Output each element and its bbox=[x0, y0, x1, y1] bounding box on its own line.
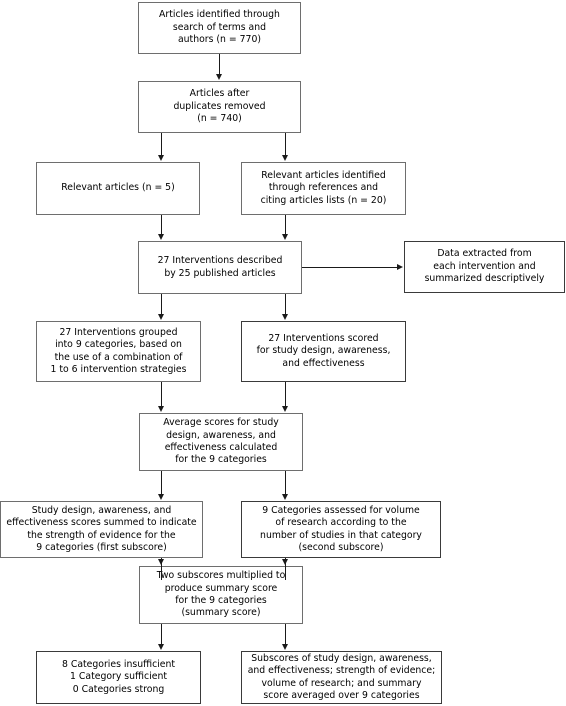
arrowhead-average-to-second-subscore bbox=[282, 494, 288, 500]
connector-relevant-to-interventions bbox=[161, 215, 163, 236]
node-interventions-described: 27 Interventions described by 25 publish… bbox=[138, 241, 302, 294]
arrowhead-duplicates-to-relevant bbox=[158, 155, 164, 161]
connector-summary-to-categories bbox=[161, 624, 163, 645]
arrowhead-relevant-to-interventions bbox=[158, 234, 164, 240]
node-subscores-averaged: Subscores of study design, awareness, an… bbox=[241, 651, 442, 704]
node-articles-identified: Articles identified through search of te… bbox=[138, 2, 301, 54]
node-relevant-articles-references: Relevant articles identified through ref… bbox=[241, 162, 406, 215]
node-data-extracted: Data extracted from each intervention an… bbox=[404, 241, 565, 293]
arrowhead-interventions-to-grouped bbox=[158, 314, 164, 320]
node-relevant-articles: Relevant articles (n = 5) bbox=[36, 162, 200, 215]
node-first-subscore: Study design, awareness, and effectivene… bbox=[0, 501, 203, 558]
arrowhead-summary-to-categories bbox=[158, 644, 164, 650]
connector-average-to-second-subscore bbox=[285, 471, 287, 495]
connector-interventions-to-scored bbox=[285, 294, 287, 315]
connector-identified-to-duplicates bbox=[219, 54, 221, 75]
node-interventions-grouped: 27 Interventions grouped into 9 categori… bbox=[36, 321, 201, 382]
node-articles-after-duplicates: Articles after duplicates removed (n = 7… bbox=[138, 81, 301, 133]
flowchart-diagram: Articles identified through search of te… bbox=[0, 0, 566, 706]
arrowhead-average-to-first-subscore bbox=[158, 494, 164, 500]
connector-average-to-first-subscore bbox=[161, 471, 163, 495]
node-interventions-scored: 27 Interventions scored for study design… bbox=[241, 321, 406, 382]
arrowhead-first-subscore-to-summary bbox=[158, 559, 164, 565]
connector-duplicates-to-relevant bbox=[161, 133, 163, 156]
connector-duplicates-to-references bbox=[285, 133, 287, 156]
connector-summary-to-averaged bbox=[285, 624, 287, 645]
arrowhead-scored-to-average bbox=[282, 406, 288, 412]
arrowhead-interventions-to-data-extracted bbox=[397, 264, 403, 270]
node-categories-result: 8 Categories insufficient 1 Category suf… bbox=[36, 651, 201, 704]
arrowhead-duplicates-to-references bbox=[282, 155, 288, 161]
node-summary-score: Two subscores multiplied to produce summ… bbox=[139, 566, 303, 624]
connector-references-to-interventions bbox=[285, 215, 287, 236]
connector-scored-to-average bbox=[285, 382, 287, 407]
connector-interventions-to-grouped bbox=[161, 294, 163, 315]
node-second-subscore: 9 Categories assessed for volume of rese… bbox=[241, 501, 441, 558]
arrowhead-summary-to-averaged bbox=[282, 644, 288, 650]
connector-interventions-to-data-extracted bbox=[302, 267, 398, 269]
arrowhead-grouped-to-average bbox=[158, 406, 164, 412]
arrowhead-references-to-interventions bbox=[282, 234, 288, 240]
arrowhead-second-subscore-to-summary bbox=[282, 559, 288, 565]
arrowhead-identified-to-duplicates bbox=[216, 74, 222, 80]
connector-grouped-to-average bbox=[161, 382, 163, 407]
node-average-scores: Average scores for study design, awarene… bbox=[139, 413, 303, 471]
arrowhead-interventions-to-scored bbox=[282, 314, 288, 320]
